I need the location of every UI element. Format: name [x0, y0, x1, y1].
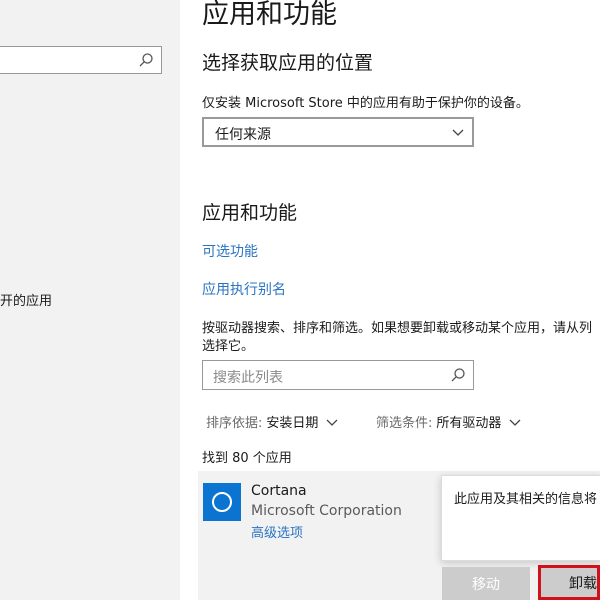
app-list-search-input[interactable]: 搜索此列表 [202, 360, 474, 390]
main-content: 应用和功能 选择获取应用的位置 仅安装 Microsoft Store 中的应用… [180, 0, 600, 600]
chevron-down-icon [509, 419, 521, 426]
search-icon [139, 53, 153, 67]
app-source-value: 任何来源 [215, 127, 271, 143]
uninstall-button[interactable]: 卸载 [538, 565, 600, 600]
chevron-down-icon [326, 419, 338, 426]
app-name: Cortana [251, 483, 307, 499]
sidebar-item-startup-apps[interactable]: 开的应用 [0, 290, 52, 309]
sort-value: 安装日期 [266, 416, 319, 431]
instructions-line-2: 选择它。 [202, 339, 255, 354]
location-section-title: 选择获取应用的位置 [202, 52, 374, 74]
filter-label: 筛选条件: [376, 416, 433, 431]
optional-features-link[interactable]: 可选功能 [202, 241, 258, 261]
advanced-options-link[interactable]: 高级选项 [251, 522, 303, 541]
apps-section-title: 应用和功能 [202, 202, 298, 224]
app-source-dropdown[interactable]: 任何来源 [202, 117, 474, 147]
instructions-line-1: 按驱动器搜索、排序和筛选。如果想要卸载或移动某个应用，请从列 [202, 321, 593, 336]
move-button[interactable]: 移动 [442, 567, 530, 600]
uninstall-confirm-popup: 此应用及其相关的信息将 [441, 475, 600, 561]
search-placeholder: 搜索此列表 [213, 370, 283, 386]
filter-dropdown[interactable]: 筛选条件: 所有驱动器 [376, 412, 521, 431]
location-description: 仅安装 Microsoft Store 中的应用有助于保护你的设备。 [202, 96, 529, 111]
uninstall-confirm-message: 此应用及其相关的信息将 [454, 492, 598, 507]
chevron-down-icon [452, 129, 464, 136]
cortana-icon [203, 483, 241, 521]
sort-dropdown[interactable]: 排序依据: 安装日期 [206, 412, 338, 431]
app-execution-aliases-link[interactable]: 应用执行别名 [202, 279, 286, 299]
sidebar-search-input[interactable] [0, 46, 162, 74]
search-icon [451, 368, 465, 382]
app-count: 找到 80 个应用 [202, 451, 292, 466]
sort-label: 排序依据: [206, 416, 263, 431]
filter-value: 所有驱动器 [436, 416, 502, 431]
sidebar: 开的应用 [0, 0, 180, 600]
page-title: 应用和功能 [202, 0, 337, 30]
app-publisher: Microsoft Corporation [251, 503, 402, 519]
